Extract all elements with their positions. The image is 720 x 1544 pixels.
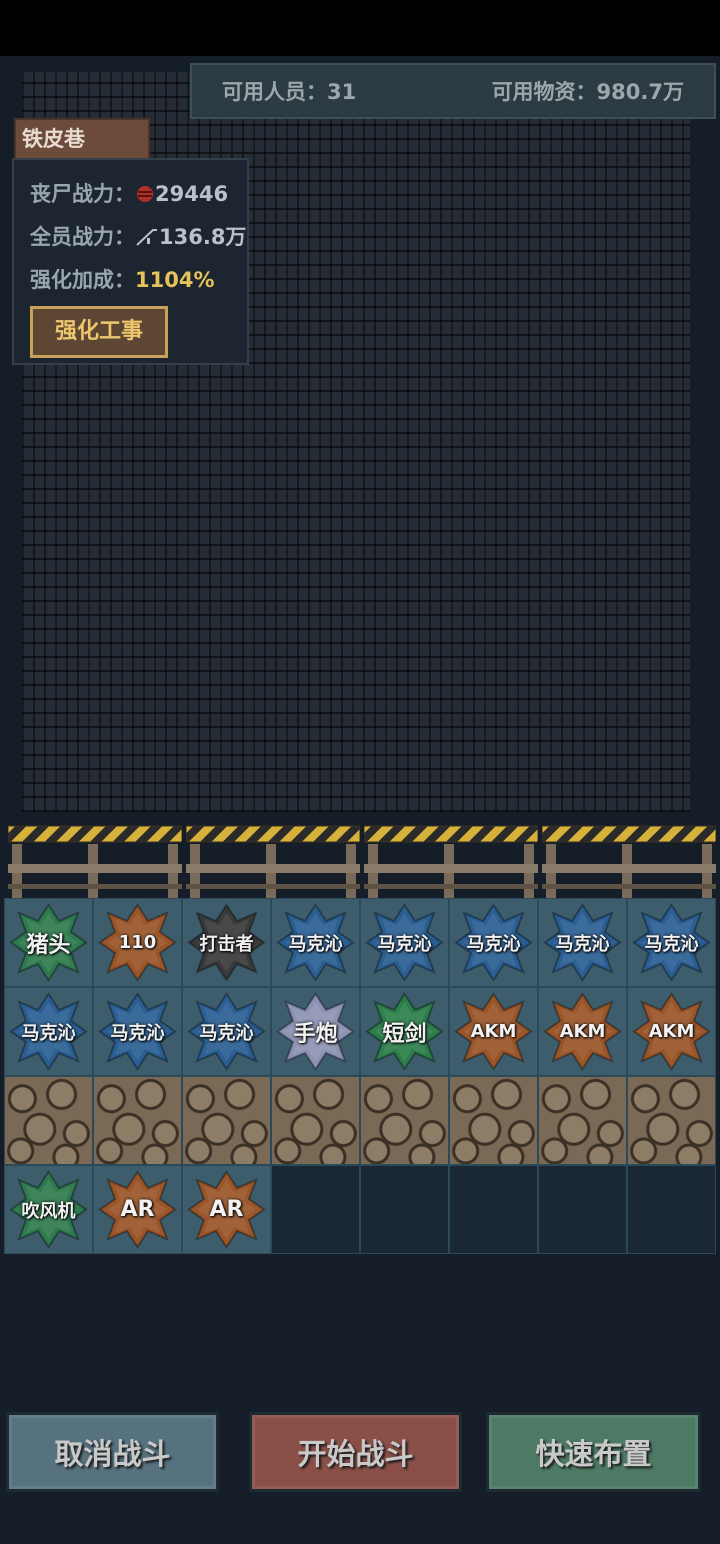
unit-slot[interactable]: 马克沁 <box>4 987 93 1076</box>
unit-slot[interactable]: 短剑 <box>360 987 449 1076</box>
start-battle-button[interactable]: 开始战斗 <box>249 1412 462 1492</box>
rock-tile <box>627 1076 716 1165</box>
unit-slot[interactable]: 马克沁 <box>182 987 271 1076</box>
empty-slot[interactable] <box>538 1165 627 1254</box>
zombie-head-icon <box>135 184 155 204</box>
location-tag: 铁皮巷 <box>14 118 150 160</box>
bonus-label: 强化加成： <box>30 268 135 292</box>
rifle-icon <box>135 227 159 247</box>
bonus-row: 强化加成：1104% <box>30 264 215 294</box>
unit-slot[interactable]: 手炮 <box>271 987 360 1076</box>
zombie-power-label: 丧尸战力： <box>30 182 135 206</box>
unit-label: 短剑 <box>382 1021 427 1047</box>
status-bar <box>0 0 720 56</box>
unit-label: 马克沁 <box>644 933 699 955</box>
unit-label: AR <box>120 1197 155 1222</box>
empty-slot[interactable] <box>627 1165 716 1254</box>
unit-label: 马克沁 <box>377 933 432 955</box>
zombie-power-value: 29446 <box>155 182 229 206</box>
unit-slot[interactable]: AR <box>93 1165 182 1254</box>
barricade <box>541 822 717 900</box>
rock-tile <box>360 1076 449 1165</box>
quick-deploy-button[interactable]: 快速布置 <box>486 1412 701 1492</box>
unit-slot[interactable]: 110 <box>93 898 182 987</box>
unit-label: 打击者 <box>199 933 254 955</box>
unit-label: 马克沁 <box>288 933 343 955</box>
resource-bar: 可用人员：31 可用物资：980.7万 <box>190 63 716 119</box>
unit-slot[interactable]: 马克沁 <box>449 898 538 987</box>
cancel-battle-button[interactable]: 取消战斗 <box>6 1412 219 1492</box>
unit-label: 马克沁 <box>110 1022 165 1044</box>
barricade <box>185 822 361 900</box>
unit-label: AKM <box>648 1021 695 1042</box>
unit-slot[interactable]: 马克沁 <box>360 898 449 987</box>
empty-slot[interactable] <box>360 1165 449 1254</box>
rock-tile <box>182 1076 271 1165</box>
unit-label: AKM <box>470 1021 517 1042</box>
unit-slot[interactable]: 吹风机 <box>4 1165 93 1254</box>
unit-label: 110 <box>118 932 157 953</box>
rock-tile <box>271 1076 360 1165</box>
team-power-label: 全员战力： <box>30 225 135 249</box>
unit-label: 马克沁 <box>466 933 521 955</box>
stats-panel: 丧尸战力： 29446 全员战力： 136.8万 强化加成：1104% 强化工事 <box>12 158 249 365</box>
unit-slot[interactable]: 马克沁 <box>271 898 360 987</box>
unit-slot[interactable]: 马克沁 <box>538 898 627 987</box>
rock-tile <box>4 1076 93 1165</box>
unit-slot[interactable]: AKM <box>449 987 538 1076</box>
unit-slot[interactable]: 打击者 <box>182 898 271 987</box>
zombie-power-row: 丧尸战力： 29446 <box>30 178 228 208</box>
team-power-row: 全员战力： 136.8万 <box>30 221 246 251</box>
rock-tile <box>538 1076 627 1165</box>
available-supplies: 可用物资：980.7万 <box>491 80 684 104</box>
rock-tile <box>93 1076 182 1165</box>
unit-slot[interactable]: 猪头 <box>4 898 93 987</box>
unit-label: 猪头 <box>26 932 71 958</box>
bonus-value: 1104% <box>135 268 215 292</box>
team-power-value: 136.8万 <box>159 225 247 249</box>
unit-label: 吹风机 <box>21 1200 76 1222</box>
unit-label: 手炮 <box>293 1021 338 1047</box>
available-staff: 可用人员：31 <box>222 80 357 104</box>
rock-tile <box>449 1076 538 1165</box>
unit-label: 马克沁 <box>199 1022 254 1044</box>
unit-slot[interactable]: AR <box>182 1165 271 1254</box>
unit-slot[interactable]: AKM <box>538 987 627 1076</box>
unit-label: 马克沁 <box>555 933 610 955</box>
unit-label: AKM <box>559 1021 606 1042</box>
unit-label: AR <box>209 1197 244 1222</box>
deployment-grid: 猪头 110 打击者 马克沁 马克沁 马克沁 马克沁 马克沁 马克沁 马克沁 马克沁 手炮 短剑 AKM A… <box>4 898 716 1254</box>
barricade <box>363 822 539 900</box>
barricade <box>7 822 183 900</box>
unit-slot[interactable]: AKM <box>627 987 716 1076</box>
empty-slot[interactable] <box>449 1165 538 1254</box>
empty-slot[interactable] <box>271 1165 360 1254</box>
unit-slot[interactable]: 马克沁 <box>627 898 716 987</box>
fortify-button[interactable]: 强化工事 <box>30 306 168 358</box>
unit-slot[interactable]: 马克沁 <box>93 987 182 1076</box>
unit-label: 马克沁 <box>21 1022 76 1044</box>
